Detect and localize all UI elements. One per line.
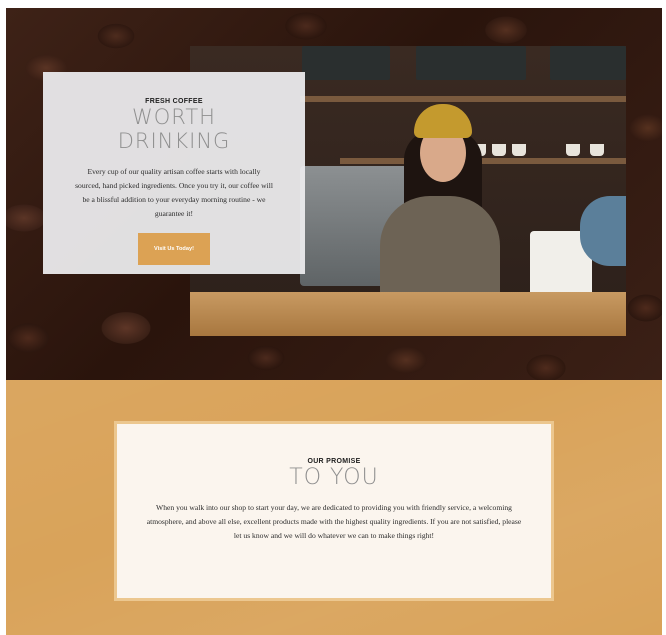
cup [492,144,506,156]
barista-hat [414,104,472,138]
hero-card: FRESH COFFEE WORTH DRINKING Every cup of… [43,72,305,274]
menu-board [302,46,390,80]
shelf [340,158,626,164]
hero-section: FRESH COFFEE WORTH DRINKING Every cup of… [6,8,662,380]
promise-body-text: When you walk into our shop to start you… [146,503,522,540]
menu-board [416,46,526,80]
promise-card: OUR PROMISE TO YOU When you walk into ou… [117,424,551,598]
menu-board [550,46,626,80]
promise-title: TO YOU [289,465,379,490]
cup [590,144,604,156]
hero-eyebrow: FRESH COFFEE [145,98,203,105]
hero-title-line2: DRINKING [117,129,231,153]
promise-section: OUR PROMISE TO YOU When you walk into ou… [6,380,662,635]
hero-body-text: Every cup of our quality artisan coffee … [75,167,273,218]
hero-title-line1: WORTH [132,105,216,129]
visit-us-button[interactable]: Visit Us Today! [138,233,210,265]
shelf [300,96,626,102]
counter [190,292,626,336]
cup [512,144,526,156]
customer-arm [580,196,626,266]
page: FRESH COFFEE WORTH DRINKING Every cup of… [6,8,662,635]
cup [566,144,580,156]
promise-eyebrow: OUR PROMISE [307,458,361,465]
